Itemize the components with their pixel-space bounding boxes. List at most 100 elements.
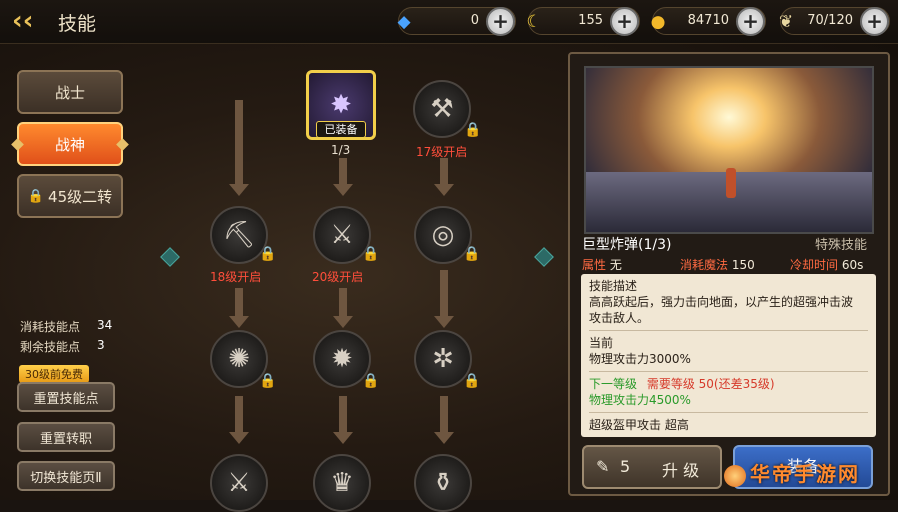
lock-icon: 🔒 xyxy=(463,246,481,262)
desc-line: 攻击敌人。 xyxy=(589,311,650,325)
next-level-row: 下一等级 需要等级 50(还差35级) xyxy=(589,376,868,392)
stat-remaining-points: 剩余技能点 3 xyxy=(20,338,105,355)
lock-icon: 🔒 xyxy=(259,246,277,262)
wing-stamina-icon: ❦ xyxy=(778,12,794,32)
add-gold-button[interactable]: + xyxy=(736,7,765,36)
tree-arrow xyxy=(434,396,454,444)
add-crescent-button[interactable]: + xyxy=(610,7,639,36)
resource-diamond: ◆ 0 + xyxy=(397,7,516,36)
skill-type: 特殊技能 xyxy=(815,238,868,253)
class-tab-label: 45级二转 xyxy=(48,187,113,206)
watermark: 华帝手游网 xyxy=(724,458,894,496)
desc-line: 高高跃起后，强力击向地面，以产生的超强冲击波 xyxy=(589,295,854,309)
stat-label: 剩余技能点 xyxy=(20,340,81,354)
watermark-text: 华帝手游网 xyxy=(750,462,860,486)
ground-slam-icon: ⛏ xyxy=(222,220,256,250)
lock-icon: 🔒 xyxy=(464,122,482,138)
axe-icon: ⚔ xyxy=(330,220,354,250)
page-title: 技能 xyxy=(58,13,97,35)
back-arrow-icon[interactable]: ‹‹ xyxy=(12,8,42,36)
stat-value: 3 xyxy=(97,338,105,352)
resource-gold: ● 84710 + xyxy=(651,7,766,36)
tree-arrow xyxy=(333,158,353,196)
skill-level-label: 1/3 xyxy=(331,143,351,157)
skill-node-row4-mid[interactable]: ♛ xyxy=(313,454,371,512)
resource-value: 0 xyxy=(470,13,479,28)
upgrade-cost: 5 xyxy=(620,457,631,476)
upgrade-label: 升 级 xyxy=(662,461,700,480)
lock-icon: 🔒 xyxy=(463,373,481,389)
attr-label: 属性 xyxy=(582,258,607,272)
preview-hero xyxy=(726,168,736,198)
desc-title: 技能描述 xyxy=(589,279,638,293)
lock-icon: 🔒 xyxy=(362,246,380,262)
tree-arrow xyxy=(333,396,353,444)
tree-arrow xyxy=(333,288,353,328)
attr-value: 无 xyxy=(609,258,622,272)
attr-value: 150 xyxy=(731,258,755,272)
attr-mana: 消耗魔法 150 xyxy=(680,256,755,273)
unlock-level-label: 20级开启 xyxy=(312,270,364,284)
switch-skill-page-button[interactable]: 切换技能页Ⅱ xyxy=(17,461,115,491)
tree-arrow xyxy=(434,270,454,328)
bomb-icon: ✹ xyxy=(331,344,353,374)
class-tab-warrior[interactable]: 战士 xyxy=(17,70,123,114)
skill-preview-image xyxy=(584,66,874,234)
lock-icon: 🔒 xyxy=(27,188,45,204)
attr-label: 消耗魔法 xyxy=(680,258,729,272)
urn-icon: ⚱ xyxy=(432,468,454,498)
class-tab-label: 战士 xyxy=(54,83,85,102)
watermark-logo-icon xyxy=(724,464,746,487)
tree-arrow xyxy=(229,100,249,196)
skill-node-hammer[interactable]: ⚒ xyxy=(413,80,471,138)
lock-icon: 🔒 xyxy=(362,373,380,389)
whirlwind-icon: ◎ xyxy=(431,220,455,250)
skill-node-row4-left[interactable]: ⚔ xyxy=(210,454,268,512)
next-title: 下一等级 xyxy=(589,377,638,391)
resource-stamina: ❦ 70/120 + xyxy=(779,7,890,36)
reset-skill-points-button[interactable]: 重置技能点 xyxy=(17,382,115,412)
attr-label: 冷却时间 xyxy=(790,258,839,272)
armor-line: 超级盔甲攻击 超高 xyxy=(589,418,689,432)
attr-element: 属性 无 xyxy=(582,256,622,273)
current-stat: 物理攻击力3000% xyxy=(589,352,691,366)
next-stat: 物理攻击力4500% xyxy=(589,393,691,407)
skill-point-icon: ✎ xyxy=(596,457,610,476)
next-requirement: 需要等级 50(还差35级) xyxy=(646,377,775,391)
divider xyxy=(589,412,868,413)
class-tab-war-god[interactable]: 战神 xyxy=(11,122,129,166)
free-badge: 30级前免费 xyxy=(19,365,89,383)
reset-job-button[interactable]: 重置转职 xyxy=(17,422,115,452)
skill-description-box: 技能描述 高高跃起后，强力击向地面，以产生的超强冲击波 攻击敌人。 当前 物理攻… xyxy=(581,274,876,437)
stat-consumed-points: 消耗技能点 34 xyxy=(20,318,112,335)
add-stamina-button[interactable]: + xyxy=(860,7,889,36)
add-diamond-button[interactable]: + xyxy=(486,7,515,36)
top-bar: ‹‹ 技能 ◆ 0 + ☾ 155 + ● 84710 + ❦ 70/120 + xyxy=(0,0,898,44)
sword-strike-icon: ⚔ xyxy=(227,468,251,498)
attr-value: 60s xyxy=(841,258,864,272)
class-tab-label: 战神 xyxy=(54,135,85,154)
skill-name: 巨型炸弹(1/3) xyxy=(582,237,672,253)
class-tab-second-job[interactable]: 🔒 45级二转 xyxy=(17,174,123,218)
stat-value: 34 xyxy=(97,318,113,332)
resource-crescent: ☾ 155 + xyxy=(526,7,640,36)
purple-burst-icon: ✸ xyxy=(330,90,352,120)
crown-spike-icon: ♛ xyxy=(330,468,354,498)
diamond-icon: ◆ xyxy=(397,12,411,32)
skill-node-row4-right[interactable]: ⚱ xyxy=(414,454,472,512)
lock-icon: 🔒 xyxy=(259,373,277,389)
upgrade-button[interactable]: ✎ 5 升 级 xyxy=(582,445,722,489)
divider xyxy=(589,371,868,372)
attr-cooldown: 冷却时间 60s xyxy=(790,256,863,273)
resource-value: 70/120 xyxy=(807,13,853,28)
shockwave-icon: ✲ xyxy=(432,344,454,374)
unlock-level-label: 17级开启 xyxy=(416,145,468,159)
hammer-icon: ⚒ xyxy=(430,94,454,124)
gold-coin-icon: ● xyxy=(650,12,666,32)
resource-value: 155 xyxy=(578,13,603,28)
divider xyxy=(589,330,868,331)
tree-arrow xyxy=(229,396,249,444)
tree-arrow xyxy=(434,158,454,196)
crescent-icon: ☾ xyxy=(526,12,542,32)
current-title: 当前 xyxy=(589,336,614,350)
